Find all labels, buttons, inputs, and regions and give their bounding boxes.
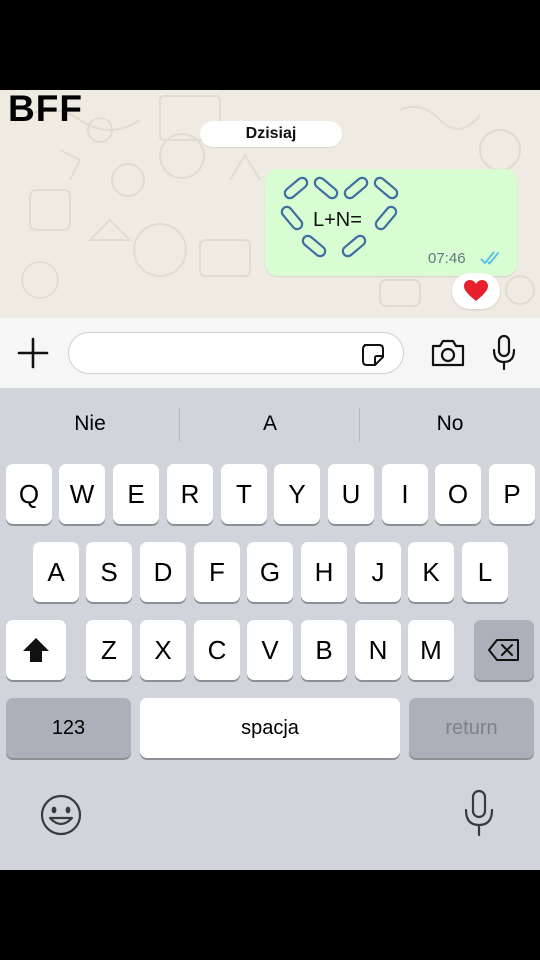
double-check-icon: [480, 251, 500, 265]
composer-bar: [0, 318, 540, 388]
numbers-key[interactable]: 123: [6, 698, 131, 758]
plus-icon[interactable]: [16, 336, 50, 370]
dictation-microphone-icon[interactable]: [462, 788, 496, 838]
message-reaction[interactable]: [452, 273, 500, 309]
overlay-title: BFF: [8, 88, 83, 129]
key-b[interactable]: B: [301, 620, 347, 680]
red-heart-icon: [464, 280, 488, 301]
top-black-bar: [0, 0, 540, 90]
bottom-black-bar: [0, 870, 540, 960]
shift-arrow-icon: [23, 638, 49, 662]
key-z[interactable]: Z: [86, 620, 132, 680]
key-j[interactable]: J: [355, 542, 401, 602]
date-separator: Dzisiaj: [200, 121, 342, 147]
key-u[interactable]: U: [328, 464, 374, 524]
shift-key[interactable]: [6, 620, 66, 680]
key-h[interactable]: H: [301, 542, 347, 602]
microphone-icon[interactable]: [491, 334, 517, 372]
key-p[interactable]: P: [489, 464, 535, 524]
key-o[interactable]: O: [435, 464, 481, 524]
key-r[interactable]: R: [167, 464, 213, 524]
message-input[interactable]: [83, 339, 357, 369]
suggestion-1[interactable]: Nie: [0, 388, 180, 460]
return-key[interactable]: return: [409, 698, 534, 758]
key-k[interactable]: K: [408, 542, 454, 602]
message-text: L+N=: [313, 209, 362, 231]
key-q[interactable]: Q: [6, 464, 52, 524]
key-y[interactable]: Y: [274, 464, 320, 524]
message-input-field[interactable]: [68, 332, 404, 374]
key-i[interactable]: I: [382, 464, 428, 524]
key-f[interactable]: F: [194, 542, 240, 602]
keyboard: Nie A No Q W E R T Y U I O P A S D F G H…: [0, 388, 540, 870]
suggestion-3[interactable]: No: [360, 388, 540, 460]
sticker-icon[interactable]: [359, 341, 387, 369]
backspace-icon: [488, 639, 519, 661]
key-g[interactable]: G: [247, 542, 293, 602]
message-time: 07:46: [428, 250, 466, 267]
key-a[interactable]: A: [33, 542, 79, 602]
key-n[interactable]: N: [355, 620, 401, 680]
key-w[interactable]: W: [59, 464, 105, 524]
outgoing-message-bubble[interactable]: L+N= 07:46: [265, 169, 517, 276]
camera-icon[interactable]: [430, 338, 466, 368]
key-l[interactable]: L: [462, 542, 508, 602]
backspace-key[interactable]: [474, 620, 534, 680]
key-m[interactable]: M: [408, 620, 454, 680]
key-t[interactable]: T: [221, 464, 267, 524]
key-c[interactable]: C: [194, 620, 240, 680]
key-d[interactable]: D: [140, 542, 186, 602]
date-label: Dzisiaj: [245, 125, 297, 142]
space-key[interactable]: spacja: [140, 698, 400, 758]
emoji-icon[interactable]: [38, 792, 84, 838]
key-s[interactable]: S: [86, 542, 132, 602]
key-x[interactable]: X: [140, 620, 186, 680]
suggestion-2[interactable]: A: [180, 388, 360, 460]
key-e[interactable]: E: [113, 464, 159, 524]
key-v[interactable]: V: [247, 620, 293, 680]
